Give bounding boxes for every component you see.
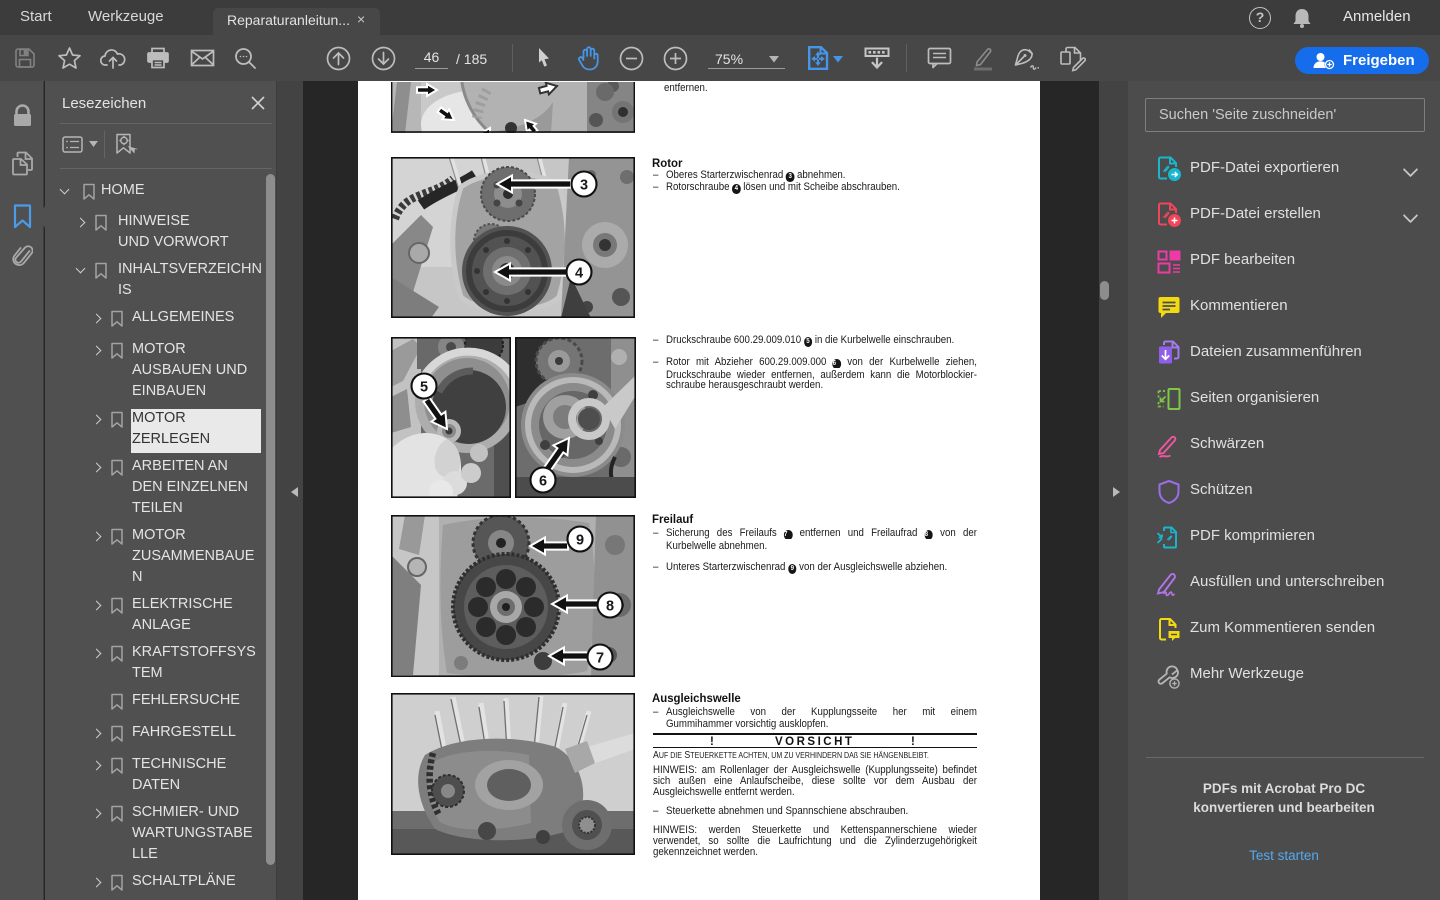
- svg-text:3: 3: [580, 178, 588, 194]
- svg-text:6: 6: [539, 474, 547, 490]
- svg-text:8: 8: [606, 599, 614, 615]
- svg-text:4: 4: [575, 266, 583, 282]
- svg-text:9: 9: [576, 533, 584, 549]
- svg-text:5: 5: [420, 380, 428, 396]
- svg-text:7: 7: [596, 651, 604, 667]
